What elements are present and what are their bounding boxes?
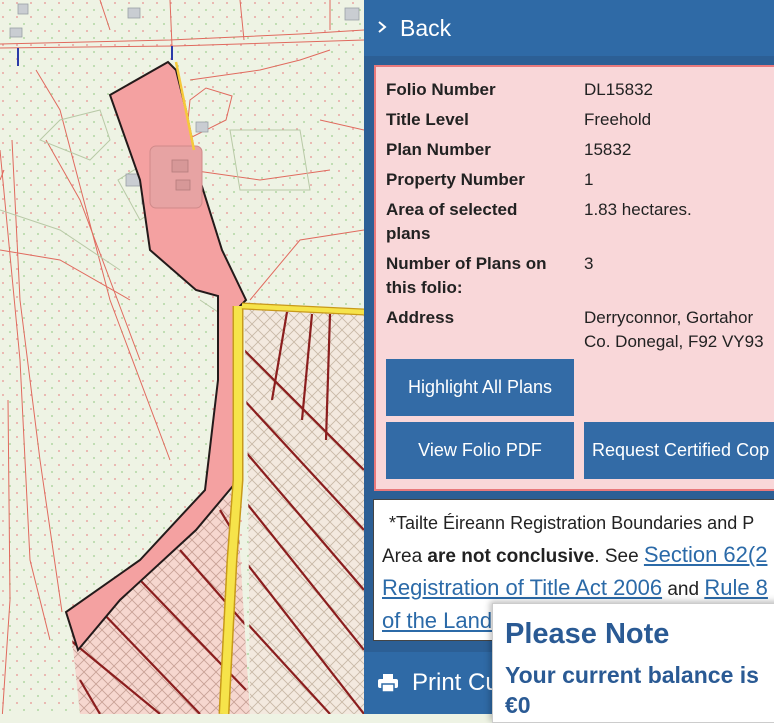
balance-line1: Your current balance is <box>505 662 759 688</box>
disclaimer-line3: Registration of Title Act 2006 and Rule … <box>382 572 774 605</box>
back-label: Back <box>400 14 452 41</box>
section-62-link[interactable]: Section 62(2 <box>644 542 768 567</box>
map-canvas[interactable] <box>0 0 364 714</box>
folio-number-value: DL15832 <box>584 80 654 99</box>
registration-act-link[interactable]: Registration of Title Act 2006 <box>382 575 662 600</box>
area-value: 1.83 hectares. <box>584 200 692 219</box>
print-label: Print Cu <box>412 669 499 696</box>
and-word: and <box>667 579 700 600</box>
not-conclusive-text: are not conclusive <box>427 546 595 567</box>
please-note-popup: Please Note Your current balance is €0 <box>492 603 774 723</box>
title-level-label: Title Level <box>386 110 469 129</box>
highlight-all-plans-button[interactable]: Highlight All Plans <box>386 359 574 416</box>
folio-info-card: Folio Number DL15832 Title Level Freehol… <box>374 65 774 491</box>
plans-count-label-line2: this folio: <box>386 278 463 297</box>
please-note-title: Please Note <box>505 618 670 650</box>
plan-number-value: 15832 <box>584 140 632 159</box>
disclaimer-line2: Area are not conclusive. See Section 62(… <box>382 539 774 572</box>
area-label-line1: Area of selected <box>386 200 518 219</box>
back-button[interactable]: Back <box>364 0 774 56</box>
address-label: Address <box>386 308 455 327</box>
selected-plot-building <box>149 145 203 209</box>
map-view[interactable] <box>0 0 364 714</box>
disclaimer-line1: *Tailte Éireann Registration Boundaries … <box>389 513 755 533</box>
rule-8-link[interactable]: Rule 8 <box>704 575 768 600</box>
printer-icon <box>364 673 412 693</box>
plan-number-label: Plan Number <box>386 140 491 159</box>
property-number-label: Property Number <box>386 170 525 189</box>
building-in-plot <box>171 159 189 173</box>
balance-message: Your current balance is €0 <box>505 660 774 720</box>
plans-count-value: 3 <box>584 254 594 273</box>
area-word: Area <box>382 546 423 567</box>
property-number-value: 1 <box>584 170 594 189</box>
building-in-plot-2 <box>175 179 191 191</box>
see-text: . See <box>594 546 639 567</box>
folio-number-label: Folio Number <box>386 80 496 99</box>
address-line1: Derryconnor, Gortahor <box>584 308 754 327</box>
view-folio-pdf-button[interactable]: View Folio PDF <box>386 422 574 479</box>
balance-line2: €0 <box>505 692 531 718</box>
chevron-right-icon <box>364 18 400 39</box>
address-line2: Co. Donegal, F92 VY93 <box>584 332 764 351</box>
land-registry-link[interactable]: of the Land <box>382 608 492 633</box>
area-label-line2: plans <box>386 224 431 243</box>
request-certified-copy-button[interactable]: Request Certified Cop <box>584 422 774 479</box>
plans-count-label-line1: Number of Plans on <box>386 254 547 273</box>
title-level-value: Freehold <box>584 110 652 129</box>
